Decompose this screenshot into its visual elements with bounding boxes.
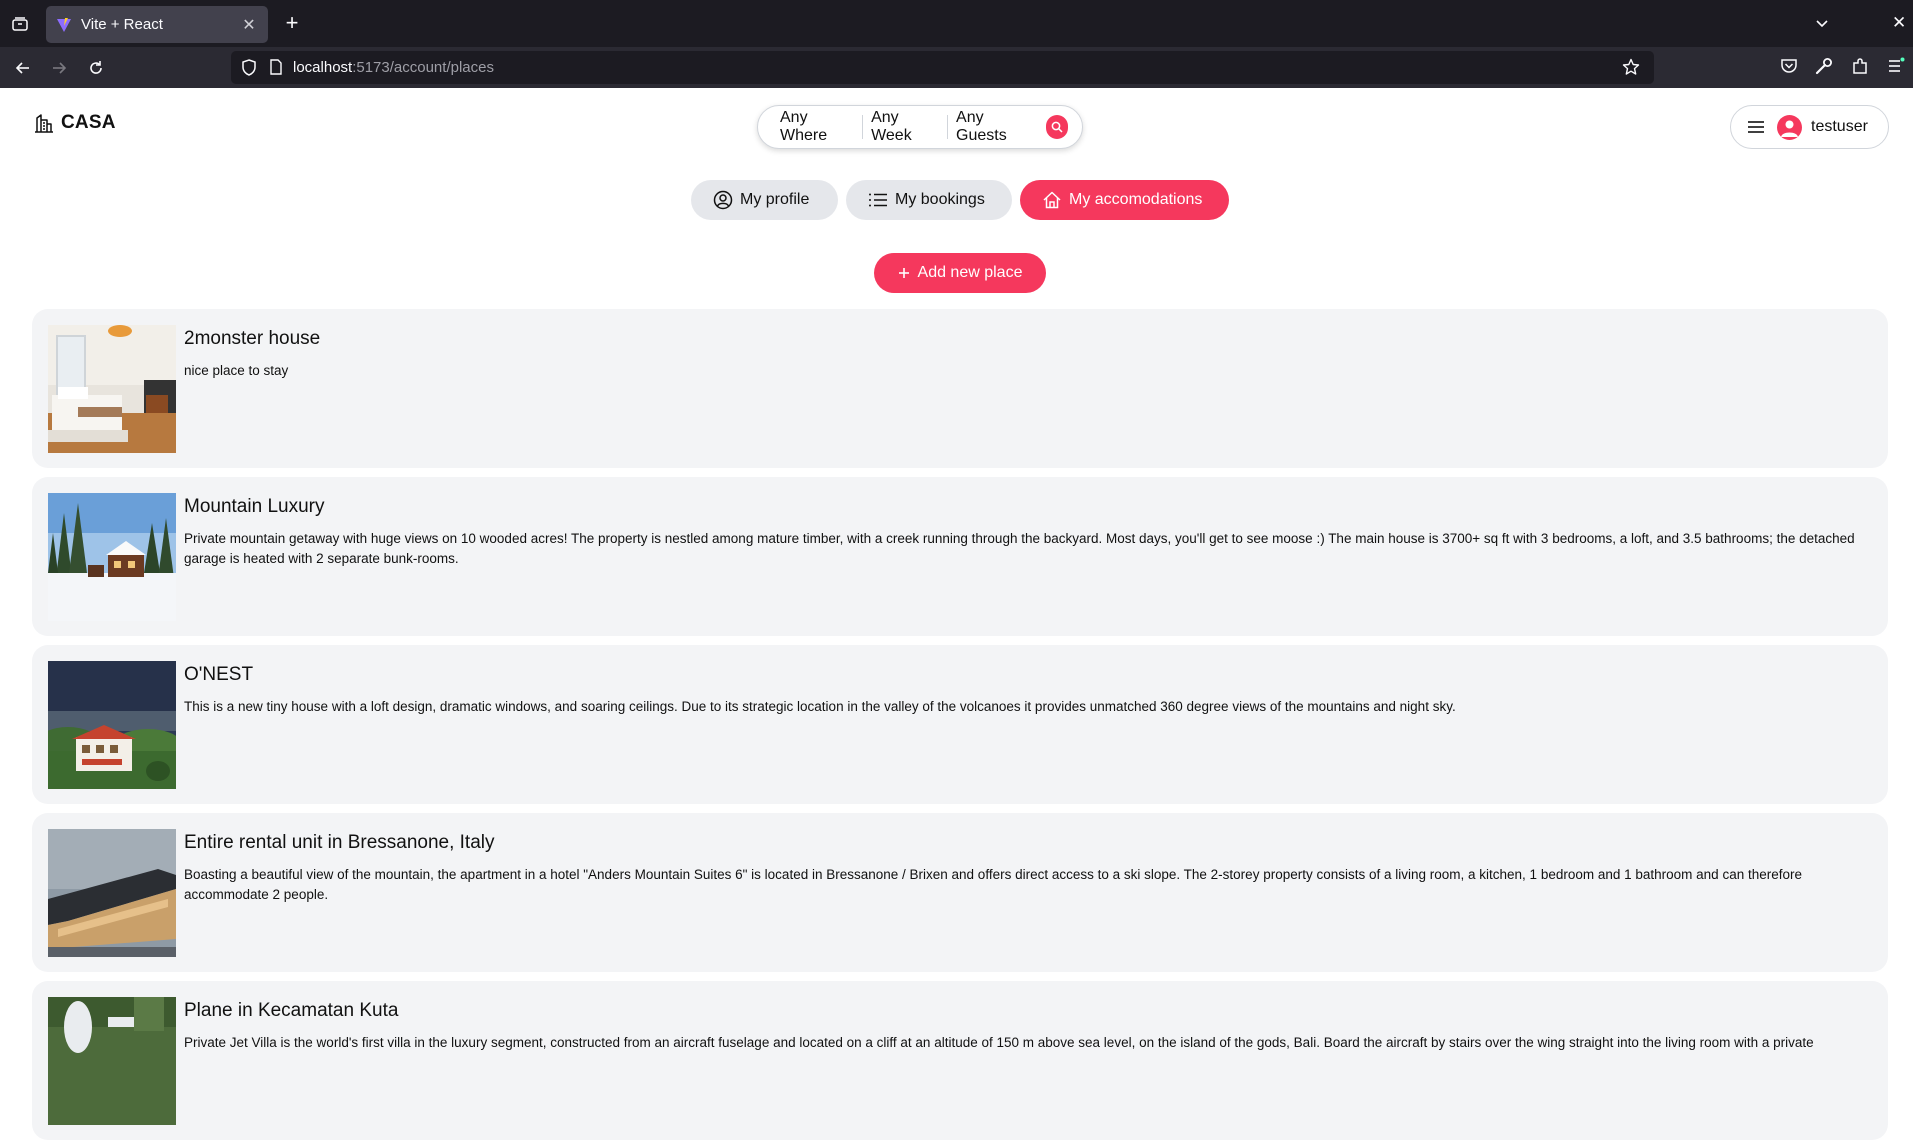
place-card[interactable]: Plane in Kecamatan Kuta Private Jet Vill… — [32, 981, 1888, 1140]
logo-link[interactable]: CASA — [33, 112, 116, 134]
hamburger-menu-icon — [1748, 121, 1764, 133]
place-title: Plane in Kecamatan Kuta — [184, 1000, 399, 1021]
tab-label: My accomodations — [1069, 191, 1203, 208]
place-title: 2monster house — [184, 328, 321, 349]
place-title: O'NEST — [184, 664, 254, 685]
user-circle-icon — [713, 190, 733, 210]
place-title: Mountain Luxury — [184, 496, 325, 517]
tab-my-accommodations[interactable]: My accomodations — [1020, 180, 1229, 220]
list-icon — [869, 193, 887, 207]
place-card[interactable]: Entire rental unit in Bressanone, Italy … — [32, 813, 1888, 972]
tab-title: Vite + React — [81, 16, 163, 33]
tab-overview-icon[interactable] — [10, 15, 30, 33]
add-new-place-button[interactable]: Add new place — [874, 253, 1046, 293]
user-avatar-icon — [1781, 120, 1798, 137]
username: testuser — [1811, 118, 1868, 135]
place-photo-modern-building — [48, 829, 176, 957]
url-text: localhost:5173/account/places — [293, 59, 494, 76]
place-description: Private mountain getaway with huge views… — [184, 531, 1855, 566]
place-card[interactable]: O'NEST This is a new tiny house with a l… — [32, 645, 1888, 804]
place-card[interactable]: 2monster house nice place to stay — [32, 309, 1888, 468]
place-photo-mountain-cabin — [48, 493, 176, 621]
place-card[interactable]: Mountain Luxury Private mountain getaway… — [32, 477, 1888, 636]
place-description: Private Jet Villa is the world's first v… — [184, 1035, 1814, 1050]
place-photo-bedroom — [48, 325, 176, 453]
search-bar[interactable]: Any Where Any Week Any Guests — [757, 105, 1083, 149]
place-description: nice place to stay — [184, 363, 289, 378]
browser-tab[interactable]: Vite + React ✕ — [46, 6, 268, 43]
search-week[interactable]: Any Week — [863, 109, 947, 145]
logo-text: CASA — [61, 112, 116, 133]
back-arrow-icon — [15, 62, 29, 74]
add-button-label: Add new place — [917, 264, 1023, 281]
search-where[interactable]: Any Where — [772, 109, 862, 145]
extensions-icon[interactable] — [1851, 57, 1869, 80]
place-photo-plane-villa — [48, 997, 176, 1125]
place-description: This is a new tiny house with a loft des… — [184, 699, 1456, 714]
forward-button[interactable] — [48, 57, 70, 79]
tracking-shield-icon[interactable] — [241, 59, 257, 76]
vite-favicon-icon — [57, 17, 71, 32]
back-button[interactable] — [12, 57, 34, 79]
place-title: Entire rental unit in Bressanone, Italy — [184, 832, 495, 853]
bookmark-star-icon[interactable] — [1622, 58, 1640, 76]
building-logo-icon — [35, 114, 53, 133]
account-nav: My profile My bookings My accomodations — [0, 180, 1913, 220]
user-menu-button[interactable]: testuser — [1730, 105, 1889, 149]
page-info-icon[interactable] — [269, 59, 283, 76]
reload-button[interactable] — [85, 57, 107, 79]
plus-icon — [898, 268, 909, 278]
tab-label: My bookings — [895, 191, 985, 208]
app-menu-icon[interactable] — [1887, 57, 1905, 80]
wrench-icon[interactable] — [1815, 57, 1833, 80]
new-tab-button[interactable]: + — [280, 12, 304, 34]
tab-my-profile[interactable]: My profile — [691, 180, 838, 220]
home-icon — [1043, 191, 1061, 209]
browser-navbar: localhost:5173/account/places — [0, 47, 1913, 88]
close-tab-icon[interactable]: ✕ — [240, 15, 258, 35]
avatar — [1777, 114, 1802, 140]
reload-icon — [90, 61, 102, 74]
pocket-icon[interactable] — [1780, 57, 1798, 80]
url-bar[interactable]: localhost:5173/account/places — [231, 51, 1654, 84]
search-icon — [1051, 121, 1063, 133]
search-guests[interactable]: Any Guests — [948, 109, 1041, 145]
place-photo-hillside-villa — [48, 661, 176, 789]
browser-tabbar: Vite + React ✕ + ✕ — [0, 0, 1913, 47]
window-close-icon[interactable]: ✕ — [1892, 13, 1906, 33]
list-all-tabs-icon[interactable] — [1814, 15, 1830, 36]
tab-my-bookings[interactable]: My bookings — [846, 180, 1012, 220]
place-description: Boasting a beautiful view of the mountai… — [184, 867, 1802, 902]
forward-arrow-icon — [53, 62, 67, 74]
search-button[interactable] — [1045, 115, 1068, 139]
app-header: CASA Any Where Any Week Any Guests testu… — [0, 88, 1913, 168]
tab-label: My profile — [740, 191, 810, 208]
